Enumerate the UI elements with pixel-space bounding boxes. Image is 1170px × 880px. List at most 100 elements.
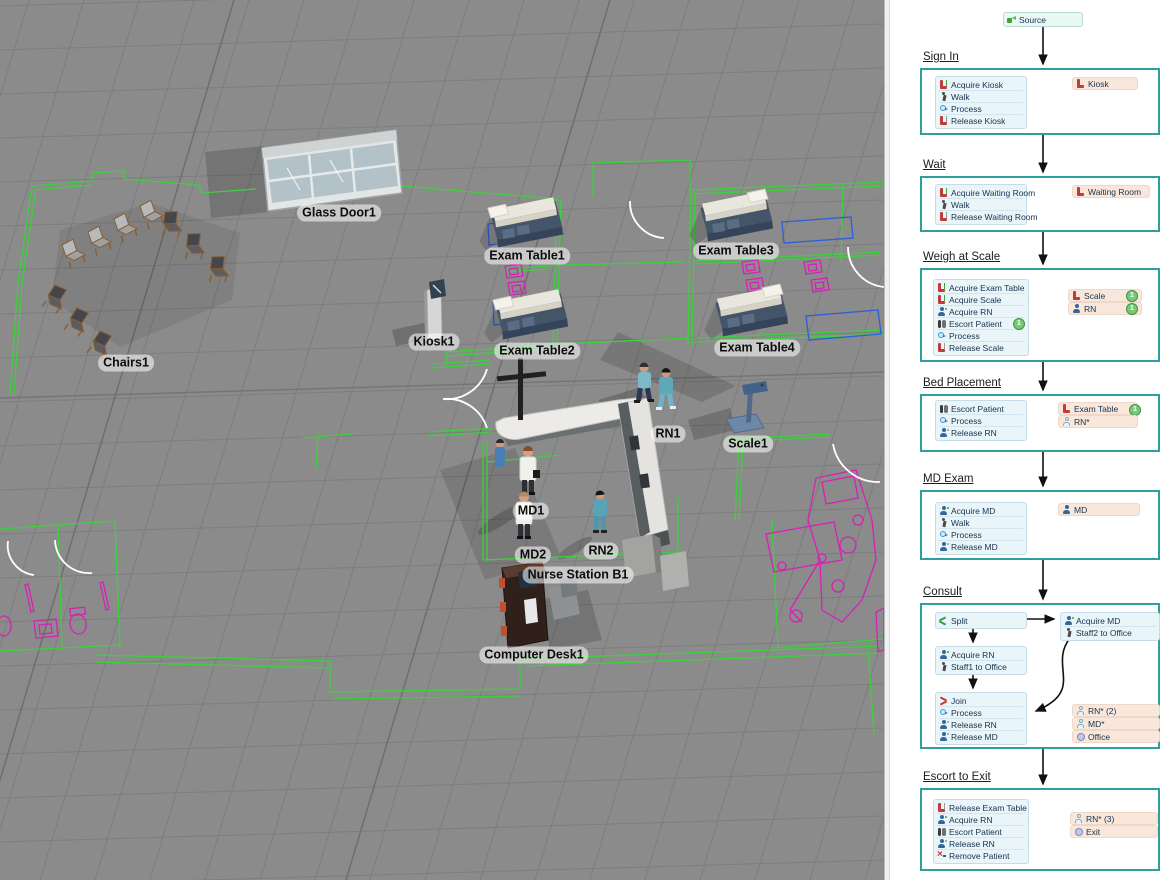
resource-exam-table[interactable]: Exam Table 1 bbox=[1058, 402, 1138, 415]
section-title-escort-to-exit[interactable]: Escort to Exit bbox=[923, 771, 991, 783]
process-icon bbox=[939, 530, 948, 539]
activity-process[interactable]: Process bbox=[939, 102, 1023, 114]
exam-table-3-object[interactable] bbox=[685, 189, 774, 246]
count-badge: 1 bbox=[1126, 290, 1138, 302]
acquire-icon bbox=[937, 295, 946, 304]
resource-rn-star[interactable]: RN* bbox=[1058, 415, 1138, 428]
activity-process[interactable]: Process bbox=[939, 706, 1023, 718]
release-staff-icon bbox=[939, 428, 948, 437]
release-staff-icon bbox=[937, 839, 946, 848]
activity-walk[interactable]: Walk bbox=[939, 90, 1023, 102]
activity-release-exam-table[interactable]: Release Exam Table bbox=[937, 802, 1025, 813]
activity-acquire-waiting-room[interactable]: Acquire Waiting Room bbox=[939, 187, 1023, 198]
activity-process[interactable]: Process bbox=[937, 329, 1025, 341]
md1-person[interactable] bbox=[520, 446, 540, 495]
chair-icon bbox=[1076, 79, 1085, 88]
resource-exit[interactable]: Exit bbox=[1070, 825, 1158, 838]
resource-rn-star-3[interactable]: RN* (3) bbox=[1070, 812, 1158, 825]
consult-split-block[interactable]: Split bbox=[935, 612, 1027, 629]
activity-release-md[interactable]: Release MD bbox=[939, 540, 1023, 552]
resource-md-star[interactable]: MD* bbox=[1072, 717, 1160, 730]
resource-rn[interactable]: RN 1 bbox=[1068, 302, 1142, 315]
activity-acquire-exam-table[interactable]: Acquire Exam Table bbox=[937, 282, 1025, 293]
activity-acquire-rn[interactable]: Acquire RN bbox=[937, 305, 1025, 317]
activity-walk[interactable]: Walk bbox=[939, 516, 1023, 528]
wait-activities[interactable]: Acquire Waiting Room Walk Release Waitin… bbox=[935, 184, 1027, 225]
resource-md[interactable]: MD bbox=[1058, 503, 1140, 516]
activity-process[interactable]: Process bbox=[939, 528, 1023, 540]
scene-label-nurse-station-b1: Nurse Station B1 bbox=[523, 567, 634, 584]
source-block[interactable]: Source bbox=[1003, 12, 1083, 27]
section-title-sign-in[interactable]: Sign In bbox=[923, 51, 959, 63]
weigh-activities[interactable]: Acquire Exam Table Acquire Scale Acquire… bbox=[933, 279, 1029, 356]
activity-release-kiosk[interactable]: Release Kiosk bbox=[939, 114, 1023, 126]
scene-label-scale-1: Scale1 bbox=[723, 436, 773, 453]
escort-activities[interactable]: Release Exam Table Acquire RN Escort Pat… bbox=[933, 799, 1029, 864]
sign-in-activities[interactable]: Acquire Kiosk Walk Process Release Kiosk bbox=[935, 76, 1027, 129]
activity-release-rn[interactable]: Release RN bbox=[939, 718, 1023, 730]
scene-label-md-2: MD2 bbox=[515, 547, 551, 564]
acquire-staff-icon bbox=[939, 650, 948, 659]
acquire-icon bbox=[939, 188, 948, 197]
section-title-weigh-at-scale[interactable]: Weigh at Scale bbox=[923, 251, 1000, 263]
resource-kiosk[interactable]: Kiosk bbox=[1072, 77, 1138, 90]
process-flow-panel[interactable]: Source Sign In Acquire Kiosk Walk Proces… bbox=[890, 0, 1170, 880]
activity-remove-patient[interactable]: Remove Patient bbox=[937, 849, 1025, 861]
activity-escort-patient[interactable]: Escort Patient bbox=[937, 825, 1025, 837]
count-badge: 1 bbox=[1013, 318, 1025, 330]
count-badge: 1 bbox=[1126, 303, 1138, 315]
kiosk-object[interactable] bbox=[424, 279, 446, 341]
activity-walk[interactable]: Walk bbox=[939, 198, 1023, 210]
scene-label-kiosk-1: Kiosk1 bbox=[409, 334, 460, 351]
staff-outline-icon bbox=[1074, 814, 1083, 823]
activity-acquire-rn[interactable]: Acquire RN bbox=[939, 649, 1023, 660]
resource-rn-star-2[interactable]: RN* (2) bbox=[1072, 704, 1160, 717]
staff-outline-icon bbox=[1076, 719, 1085, 728]
staff-icon bbox=[1072, 304, 1081, 313]
resource-waiting-room[interactable]: Waiting Room bbox=[1072, 185, 1150, 198]
walk-icon bbox=[1064, 628, 1073, 637]
walk-icon bbox=[939, 92, 948, 101]
acquire-staff-icon bbox=[937, 815, 946, 824]
glass-door-object[interactable] bbox=[262, 130, 402, 211]
activity-staff2-to-office[interactable]: Staff2 to Office bbox=[1064, 626, 1156, 638]
activity-staff1-to-office[interactable]: Staff1 to Office bbox=[939, 660, 1023, 672]
exam-table-2-object[interactable] bbox=[480, 289, 568, 344]
section-title-bed-placement[interactable]: Bed Placement bbox=[923, 377, 1001, 389]
remove-icon bbox=[937, 851, 946, 860]
activity-split[interactable]: Split bbox=[939, 615, 1023, 626]
section-title-consult[interactable]: Consult bbox=[923, 586, 962, 598]
activity-escort-patient[interactable]: Escort Patient1 bbox=[937, 317, 1025, 329]
activity-release-waiting-room[interactable]: Release Waiting Room bbox=[939, 210, 1023, 222]
activity-acquire-md[interactable]: Acquire MD bbox=[939, 505, 1023, 516]
activity-release-md[interactable]: Release MD bbox=[939, 730, 1023, 742]
md-exam-activities[interactable]: Acquire MD Walk Process Release MD bbox=[935, 502, 1027, 555]
activity-release-rn[interactable]: Release RN bbox=[937, 837, 1025, 849]
process-icon bbox=[939, 416, 948, 425]
exam-table-1-object[interactable] bbox=[475, 197, 563, 252]
3d-view[interactable]: Glass Door1Chairs1Exam Table1Kiosk1Exam … bbox=[0, 0, 884, 880]
consult-right-block[interactable]: Acquire MD Staff2 to Office bbox=[1060, 612, 1160, 641]
section-title-md-exam[interactable]: MD Exam bbox=[923, 473, 973, 485]
section-title-wait[interactable]: Wait bbox=[923, 159, 946, 171]
scene-label-rn-2: RN2 bbox=[583, 543, 618, 560]
activity-escort-patient[interactable]: Escort Patient bbox=[939, 403, 1023, 414]
resource-scale[interactable]: Scale 1 bbox=[1068, 289, 1142, 302]
activity-acquire-rn[interactable]: Acquire RN bbox=[937, 813, 1025, 825]
activity-acquire-scale[interactable]: Acquire Scale bbox=[937, 293, 1025, 305]
partition-walls bbox=[622, 534, 689, 591]
consult-join-block[interactable]: Join Process Release RN Release MD bbox=[935, 692, 1027, 745]
activity-acquire-md[interactable]: Acquire MD bbox=[1064, 615, 1156, 626]
consult-left-block[interactable]: Acquire RN Staff1 to Office bbox=[935, 646, 1027, 675]
person-behind-counter[interactable] bbox=[495, 439, 505, 467]
activity-release-rn[interactable]: Release RN bbox=[939, 426, 1023, 438]
process-icon bbox=[939, 708, 948, 717]
release-icon bbox=[939, 116, 948, 125]
activity-process[interactable]: Process bbox=[939, 414, 1023, 426]
bed-placement-activities[interactable]: Escort Patient Process Release RN bbox=[935, 400, 1027, 441]
acquire-staff-icon bbox=[937, 307, 946, 316]
resource-office[interactable]: Office bbox=[1072, 730, 1160, 743]
activity-acquire-kiosk[interactable]: Acquire Kiosk bbox=[939, 79, 1023, 90]
activity-join[interactable]: Join bbox=[939, 695, 1023, 706]
activity-release-scale[interactable]: Release Scale bbox=[937, 341, 1025, 353]
